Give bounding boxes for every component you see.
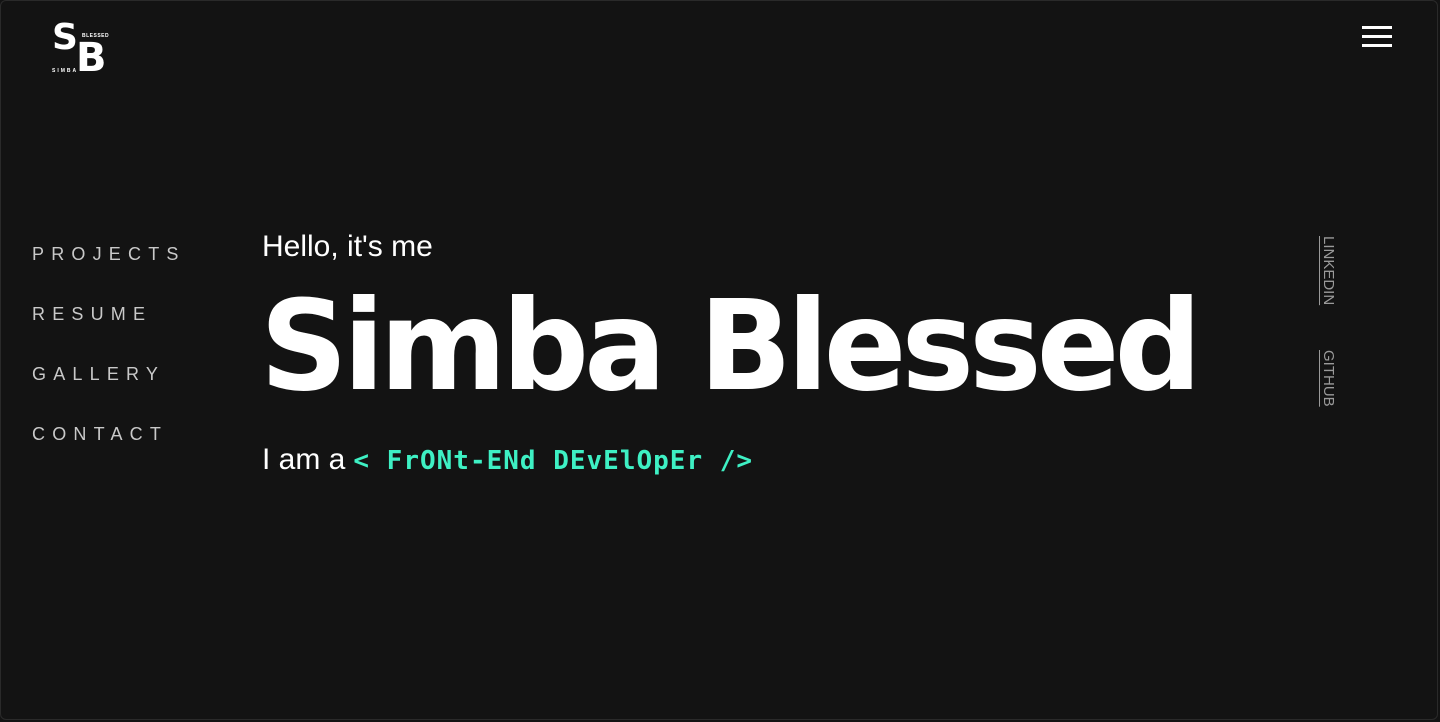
hamburger-line xyxy=(1362,35,1392,38)
hero-name-heading: Simba Blessed xyxy=(260,273,1202,419)
logo-word-bottom: SIMBA xyxy=(52,68,79,74)
site-logo[interactable]: S B BLESSED SIMBA xyxy=(52,20,114,81)
tagline-role: < FrONt-ENd DEvElOpEr /> xyxy=(353,446,754,476)
github-link[interactable]: GITHUB xyxy=(1320,350,1337,407)
hamburger-line xyxy=(1362,44,1392,47)
hamburger-line xyxy=(1362,26,1392,29)
tagline-prefix: I am a xyxy=(262,443,346,476)
logo-initial-s: S xyxy=(52,17,78,58)
logo-initial-b: B xyxy=(76,35,107,81)
nav-link-gallery[interactable]: GALLERY xyxy=(32,363,186,423)
nav-link-contact[interactable]: CONTACT xyxy=(32,423,186,483)
hamburger-menu-icon[interactable] xyxy=(1362,26,1392,48)
nav-link-projects[interactable]: PROJECTS xyxy=(32,243,186,303)
linkedin-link[interactable]: LINKEDIN xyxy=(1320,236,1337,305)
side-nav: PROJECTS RESUME GALLERY CONTACT xyxy=(32,243,186,483)
hero-tagline: I am a < FrONt-ENd DEvElOpEr /> xyxy=(262,442,753,479)
logo-word-top: BLESSED xyxy=(82,33,110,39)
nav-link-resume[interactable]: RESUME xyxy=(32,303,186,363)
hero-greeting: Hello, it's me xyxy=(262,230,433,263)
